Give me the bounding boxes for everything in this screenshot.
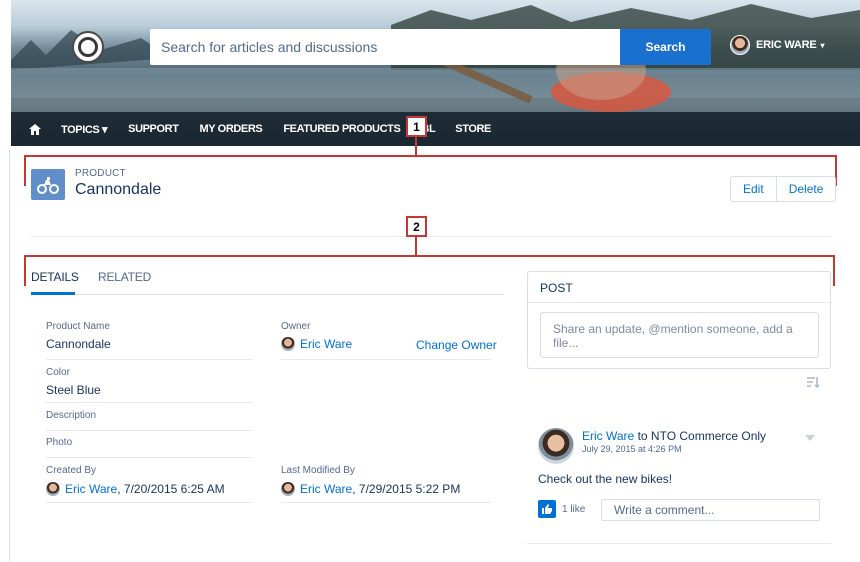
photo-label: Photo	[46, 437, 73, 448]
nav-topics[interactable]: TOPICS ▾	[61, 123, 108, 136]
avatar	[281, 337, 295, 351]
thumbs-up-icon	[541, 504, 552, 514]
description-label: Description	[46, 410, 97, 421]
post-title: POST	[540, 281, 573, 295]
home-icon[interactable]	[29, 123, 41, 135]
owner-value: Eric Ware	[281, 337, 352, 351]
callout-1: 1	[406, 116, 427, 137]
like-count[interactable]: 1 like	[562, 504, 585, 515]
nav-featured-products[interactable]: FEATURED PRODUCTS	[283, 123, 400, 135]
callout-2: 2	[406, 216, 427, 237]
avatar	[281, 482, 295, 496]
search-button[interactable]: Search	[620, 29, 711, 65]
avatar	[46, 482, 60, 496]
field-divider	[46, 359, 252, 360]
post-input[interactable]: Share an update, @mention someone, add a…	[540, 312, 819, 358]
product-name-label: Product Name	[46, 321, 110, 332]
created-by-value: Eric Ware, 7/20/2015 6:25 AM	[46, 482, 225, 496]
callout-2-bracket-right	[833, 255, 835, 286]
field-divider	[281, 502, 491, 503]
record-title: Cannondale	[75, 181, 162, 198]
callout-1-connector	[415, 137, 417, 156]
owner-label: Owner	[281, 321, 311, 332]
color-label: Color	[46, 367, 70, 378]
callout-1-bracket-top	[24, 155, 837, 157]
chevron-down-icon[interactable]	[805, 435, 815, 441]
last-modified-by-label: Last Modified By	[281, 465, 355, 476]
callout-2-bracket-top	[24, 255, 835, 257]
navigation-bar: TOPICS ▾ SUPPORT MY ORDERS FEATURED PROD…	[11, 112, 860, 146]
feed-target: to NTO Commerce Only	[634, 429, 767, 443]
feed-header: Eric Ware to NTO Commerce Only	[582, 429, 766, 443]
product-name-value: Cannondale	[46, 337, 111, 351]
nav-my-orders[interactable]: MY ORDERS	[200, 123, 263, 135]
color-value: Steel Blue	[46, 383, 101, 397]
header-divider	[31, 236, 831, 237]
like-button[interactable]	[538, 500, 556, 518]
last-modified-by-link[interactable]: Eric Ware	[300, 482, 352, 496]
callout-1-bracket-left	[24, 155, 26, 186]
user-menu[interactable]: ERIC WARE ▾	[730, 35, 825, 55]
search-input[interactable]: Search for articles and discussions	[150, 29, 620, 65]
record-type: PRODUCT	[75, 168, 126, 179]
record-actions: Edit Delete	[730, 176, 837, 202]
feed-author-link[interactable]: Eric Ware	[582, 429, 634, 443]
post-panel: POST Share an update, @mention someone, …	[527, 271, 831, 369]
avatar[interactable]	[538, 428, 574, 464]
tabs-baseline	[31, 294, 503, 295]
change-owner-button[interactable]: Change Owner	[416, 338, 497, 352]
user-name: ERIC WARE	[756, 39, 817, 51]
tab-active-indicator	[31, 292, 75, 295]
owner-link[interactable]: Eric Ware	[300, 337, 352, 351]
feed-divider	[527, 543, 831, 544]
left-border	[9, 150, 10, 562]
community-logo[interactable]	[72, 31, 104, 63]
field-divider	[46, 502, 252, 503]
field-divider	[46, 457, 252, 458]
created-by-date: , 7/20/2015 6:25 AM	[117, 482, 225, 496]
created-by-link[interactable]: Eric Ware	[65, 482, 117, 496]
field-divider	[281, 359, 491, 360]
field-divider	[46, 402, 252, 403]
feed-timestamp[interactable]: July 29, 2015 at 4:26 PM	[582, 444, 682, 454]
callout-2-connector	[415, 237, 417, 256]
tab-details[interactable]: DETAILS	[31, 270, 79, 284]
comment-input[interactable]: Write a comment...	[601, 499, 820, 521]
chevron-down-icon: ▾	[820, 40, 825, 50]
nav-store[interactable]: STORE	[455, 123, 491, 135]
last-modified-by-value: Eric Ware, 7/29/2015 5:22 PM	[281, 482, 460, 496]
post-divider	[528, 302, 830, 303]
avatar	[730, 35, 750, 55]
product-icon	[31, 169, 65, 200]
sort-icon[interactable]	[806, 376, 820, 388]
delete-button[interactable]: Delete	[775, 177, 836, 201]
feed-body: Check out the new bikes!	[538, 472, 673, 486]
last-modified-by-date: , 7/29/2015 5:22 PM	[352, 482, 461, 496]
created-by-label: Created By	[46, 465, 97, 476]
field-divider	[46, 430, 252, 431]
nav-support[interactable]: SUPPORT	[128, 123, 179, 135]
edit-button[interactable]: Edit	[731, 177, 776, 201]
tab-related[interactable]: RELATED	[98, 270, 151, 284]
callout-2-bracket-left	[24, 255, 26, 286]
